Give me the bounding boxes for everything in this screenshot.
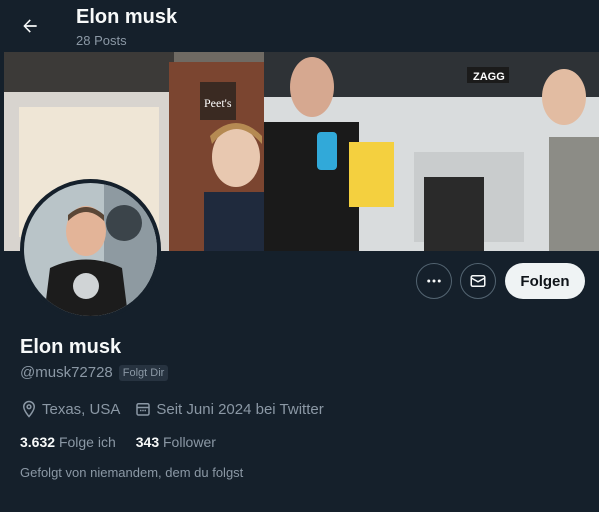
following-count-link[interactable]: 3.632 Folge ich (20, 434, 116, 450)
header-title: Elon musk (76, 6, 178, 28)
joined-item: Seit Juni 2024 bei Twitter (134, 400, 324, 418)
posts-count: 28 Posts (76, 33, 127, 48)
calendar-icon (136, 403, 151, 416)
profile-header-bar: Elon musk 28 Posts (0, 0, 599, 52)
more-icon (427, 279, 441, 283)
following-count: 3.632 (20, 434, 59, 450)
followers-count: 343 (135, 434, 163, 450)
peets-sign-text: Peet's (204, 96, 232, 110)
location-item: Texas, USA (20, 400, 120, 418)
profile-name: Elon musk (20, 336, 122, 358)
arrow-left-icon (23, 19, 37, 33)
mail-icon (470, 275, 486, 287)
message-button[interactable] (460, 263, 496, 299)
zagg-sign-text: ZAGG (473, 71, 505, 83)
following-label: Folge ich (58, 434, 116, 450)
location-pin-icon (22, 400, 36, 418)
profile-meta: Texas, USA Seit Juni 2024 bei Twitter (20, 400, 338, 418)
follow-counts: 3.632 Folge ich 343 Follower (20, 434, 236, 450)
handle-row: @musk72728 Folgt Dir (20, 364, 169, 381)
followers-label: Follower (163, 434, 216, 450)
profile-handle: @musk72728 (20, 364, 113, 381)
back-button[interactable] (12, 8, 48, 44)
follow-button[interactable]: Folgen (505, 263, 585, 299)
follows-you-badge: Folgt Dir (118, 364, 169, 381)
location-text: Texas, USA (42, 400, 121, 418)
joined-text: Seit Juni 2024 bei Twitter (156, 400, 324, 418)
followers-count-link[interactable]: 343 Follower (136, 434, 216, 450)
followed-by-text: Gefolgt von niemandem, dem du folgst (20, 465, 244, 480)
profile-avatar[interactable] (20, 179, 161, 320)
more-options-button[interactable] (416, 263, 452, 299)
